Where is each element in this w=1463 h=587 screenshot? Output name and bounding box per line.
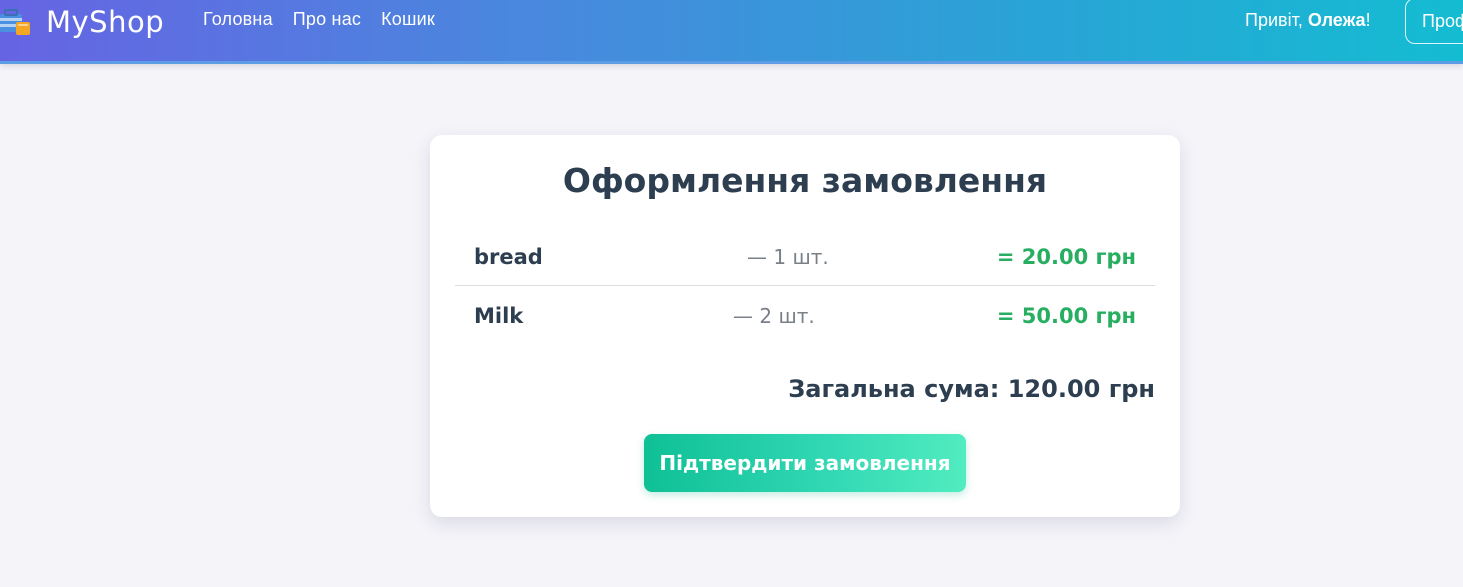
greeting-prefix: Привіт,	[1245, 10, 1308, 30]
order-total: Загальна сума: 120.00 грн	[788, 375, 1155, 403]
nav-links: Головна Про нас Кошик	[203, 9, 435, 30]
user-name: Олежа	[1307, 10, 1366, 30]
page-title: Оформлення замовлення	[562, 161, 1048, 200]
item-name: bread	[474, 245, 543, 269]
top-navbar: MyShop Головна Про нас Кошик Привіт, Оле…	[0, 0, 1463, 64]
user-greeting: Привіт, Олежа!	[1245, 10, 1371, 31]
item-price: = 50.00 грн	[996, 304, 1136, 328]
order-item-row: Milk — 2 шт. = 50.00 грн	[455, 286, 1155, 345]
nav-link-about[interactable]: Про нас	[293, 9, 361, 30]
item-quantity: — 1 шт.	[747, 245, 829, 269]
confirm-order-button[interactable]: Підтвердити замовлення	[644, 434, 966, 492]
shopping-bag-icon	[0, 8, 32, 36]
nav-link-home[interactable]: Головна	[203, 9, 273, 30]
brand-name: MyShop	[46, 5, 165, 39]
item-name: Milk	[474, 304, 524, 328]
brand-logo[interactable]: MyShop	[0, 4, 164, 40]
nav-link-cart[interactable]: Кошик	[381, 9, 435, 30]
checkout-card: Оформлення замовлення bread — 1 шт. = 20…	[430, 135, 1180, 517]
profile-button[interactable]: Профіль	[1405, 0, 1463, 44]
greeting-suffix: !	[1365, 10, 1371, 30]
item-quantity: — 2 шт.	[733, 304, 815, 328]
item-price: = 20.00 грн	[996, 245, 1136, 269]
order-item-row: bread — 1 шт. = 20.00 грн	[455, 227, 1155, 286]
